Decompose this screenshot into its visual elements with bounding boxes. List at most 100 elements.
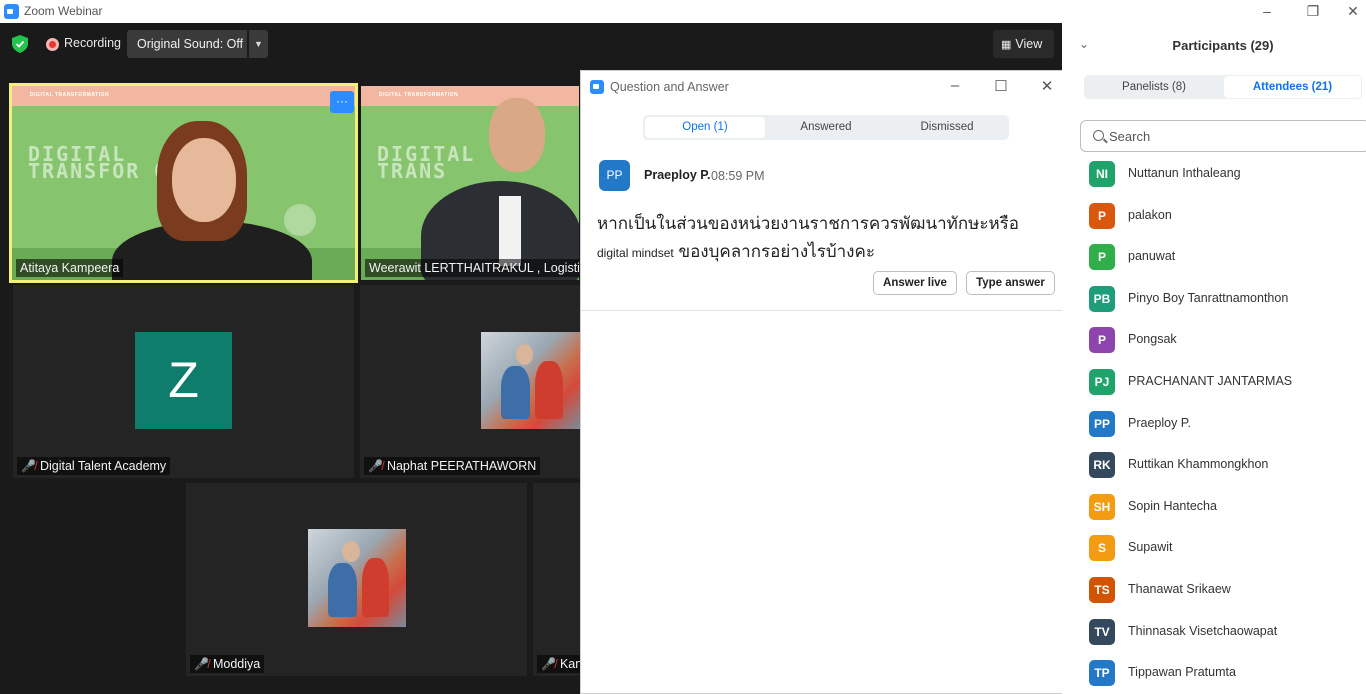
- video-tile-active-speaker[interactable]: DIGITAL TRANSFORMATION DIGITAL TRANSFOR O…: [9, 83, 358, 283]
- participant-name: palakon: [1128, 207, 1172, 222]
- zoom-app-icon: [590, 80, 604, 94]
- video-tile-name: 🎤̸ Kan: [537, 655, 580, 673]
- search-placeholder: Search: [1109, 129, 1151, 144]
- qa-dialog: Question and Answer – ☐ ✕ Open (1) Answe…: [580, 70, 1071, 694]
- tab-panelists[interactable]: Panelists (8): [1086, 76, 1222, 98]
- grid-icon: ▦: [1001, 39, 1012, 51]
- participant-name: Thanawat Srikaew: [1128, 582, 1231, 596]
- zoom-app-icon: [4, 4, 19, 19]
- answer-live-button[interactable]: Answer live: [873, 271, 957, 295]
- participant-list-item[interactable]: PB Pinyo Boy Tanrattnamonthon: [1089, 285, 1359, 314]
- participant-list-item[interactable]: P Pongsak: [1089, 327, 1359, 355]
- participant-profile-photo: [308, 529, 406, 627]
- video-tile-name: 🎤̸ Naphat PEERATHAWORN: [364, 457, 541, 475]
- participant-list-item[interactable]: PP Praeploy P.: [1089, 410, 1359, 439]
- video-tile-name: 🎤̸ Moddiya: [190, 655, 265, 673]
- speaker-shirt: [499, 196, 521, 266]
- participant-avatar: TS: [1089, 577, 1115, 603]
- shield-icon[interactable]: [12, 35, 28, 53]
- qa-title: Question and Answer: [610, 80, 729, 94]
- participant-name: Ruttikan Khammongkhon: [1128, 457, 1269, 472]
- participant-avatar: TV: [1089, 618, 1115, 645]
- qa-tab-bar: Open (1) Answered Dismissed: [643, 115, 1009, 140]
- participant-list-item[interactable]: RK Ruttikan Khammongkhon: [1089, 452, 1359, 480]
- tab-open[interactable]: Open (1): [645, 117, 765, 138]
- minimize-icon[interactable]: –: [1257, 2, 1277, 20]
- original-sound-dropdown-icon[interactable]: ▼: [249, 30, 268, 58]
- video-tile-name: Weerawit LERTTHAITRAKUL , Logistic: [365, 259, 579, 277]
- video-tile[interactable]: 🎤̸ Moddiya: [186, 483, 527, 676]
- participant-avatar: Z: [135, 332, 232, 429]
- maximize-icon[interactable]: ☐: [991, 77, 1011, 95]
- participant-list-item[interactable]: TP Tippawan Pratumta: [1089, 660, 1359, 688]
- minimize-icon[interactable]: –: [945, 77, 965, 94]
- tab-attendees[interactable]: Attendees (21): [1224, 76, 1361, 98]
- participant-list-item[interactable]: TS Thanawat Srikaew: [1089, 577, 1359, 605]
- question-time: 08:59 PM: [711, 169, 765, 183]
- window-title-bar: Zoom Webinar – ❐ ✕: [0, 0, 1366, 23]
- question-author-name: Praeploy P.: [644, 168, 711, 182]
- participant-name: Tippawan Pratumta: [1128, 665, 1236, 680]
- video-tile-name: Atitaya Kampeera: [16, 259, 124, 277]
- slide-decoration: [284, 204, 316, 236]
- participant-search-input[interactable]: Search: [1080, 120, 1366, 152]
- participant-avatar: TP: [1089, 660, 1115, 687]
- participant-avatar: SH: [1089, 493, 1115, 520]
- muted-mic-icon: 🎤̸: [194, 657, 209, 671]
- close-icon[interactable]: ✕: [1343, 2, 1363, 20]
- slide-header-text: DIGITAL TRANSFORMATION: [30, 92, 110, 98]
- recording-icon: [46, 38, 59, 51]
- question-author-avatar: PP: [599, 160, 630, 191]
- window-title: Zoom Webinar: [24, 4, 103, 18]
- participant-list-item[interactable]: SH Sopin Hantecha: [1089, 493, 1359, 522]
- video-tile[interactable]: 🎤̸ Naphat PEERATHAWORN: [360, 285, 580, 478]
- participant-name: Supawit: [1128, 540, 1173, 555]
- recording-label[interactable]: Recording: [64, 36, 121, 50]
- tile-more-options-icon[interactable]: ···: [330, 91, 354, 113]
- muted-mic-icon: 🎤̸: [368, 459, 383, 473]
- slide-header-bar: DIGITAL TRANSFORMATION: [12, 86, 355, 106]
- slide-watermark: DIGITAL TRANS: [377, 142, 476, 183]
- muted-mic-icon: 🎤̸: [541, 657, 556, 671]
- search-icon: [1093, 130, 1104, 141]
- question-text-line1: หากเป็นในส่วนของหน่วยงานราชการควรพัฒนาทั…: [597, 214, 1020, 233]
- speaker-face: [172, 138, 236, 222]
- slide-header-bar: DIGITAL TRANSFORMATION: [361, 86, 579, 106]
- participant-name: Pinyo Boy Tanrattnamonthon: [1128, 290, 1289, 305]
- video-tile-name: 🎤̸ Digital Talent Academy: [17, 457, 171, 475]
- participant-name: Praeploy P.: [1128, 415, 1192, 430]
- participant-avatar: P: [1089, 327, 1115, 354]
- muted-mic-icon: 🎤̸: [21, 459, 36, 473]
- speaker-face: [489, 98, 545, 172]
- tab-dismissed[interactable]: Dismissed: [887, 117, 1007, 138]
- tab-answered[interactable]: Answered: [766, 117, 886, 138]
- video-tile[interactable]: 🎤̸ Kan: [533, 483, 580, 676]
- type-answer-button[interactable]: Type answer: [966, 271, 1055, 295]
- participant-avatar: NI: [1089, 161, 1115, 187]
- participant-list-item[interactable]: NI Nuttanun Inthaleang: [1089, 161, 1359, 189]
- participant-list-item[interactable]: Ppalakon: [1089, 202, 1359, 231]
- participant-avatar: PJ: [1089, 369, 1115, 395]
- participant-name: Nuttanun Inthaleang: [1128, 166, 1241, 180]
- participant-avatar: P: [1089, 202, 1115, 229]
- restore-icon[interactable]: ❐: [1303, 2, 1323, 20]
- participant-list-item[interactable]: TV Thinnasak Visetchaowapat: [1089, 618, 1359, 647]
- video-tile[interactable]: DIGITAL TRANSFORMATION DIGITAL TRANS Weer…: [361, 86, 579, 280]
- participant-avatar: PP: [1089, 410, 1115, 437]
- close-icon[interactable]: ✕: [1037, 77, 1057, 95]
- participant-avatar: PB: [1089, 285, 1115, 312]
- participant-name: Pongsak: [1128, 332, 1177, 347]
- original-sound-button[interactable]: Original Sound: Off: [127, 30, 247, 58]
- slide-header-text: DIGITAL TRANSFORMATION: [379, 92, 459, 98]
- participant-name: PRACHANANT JANTARMAS: [1128, 374, 1293, 388]
- participants-panel: ⌄ Participants (29) Panelists (8) Attend…: [1062, 23, 1366, 694]
- participant-name: panuwat: [1128, 249, 1176, 264]
- question-text-line2: digital mindset ของบุคลากรอย่างไรบ้างคะ: [597, 242, 875, 261]
- view-label: View: [1015, 37, 1043, 51]
- participant-list-item[interactable]: Ppanuwat: [1089, 244, 1359, 272]
- participants-title: Participants (29): [1172, 38, 1274, 53]
- participant-list-item[interactable]: S Supawit: [1089, 535, 1359, 563]
- participant-name: Thinnasak Visetchaowapat: [1128, 623, 1278, 638]
- participant-list-item[interactable]: PJ PRACHANANT JANTARMAS: [1089, 369, 1359, 397]
- view-button[interactable]: ▦ View: [993, 30, 1054, 58]
